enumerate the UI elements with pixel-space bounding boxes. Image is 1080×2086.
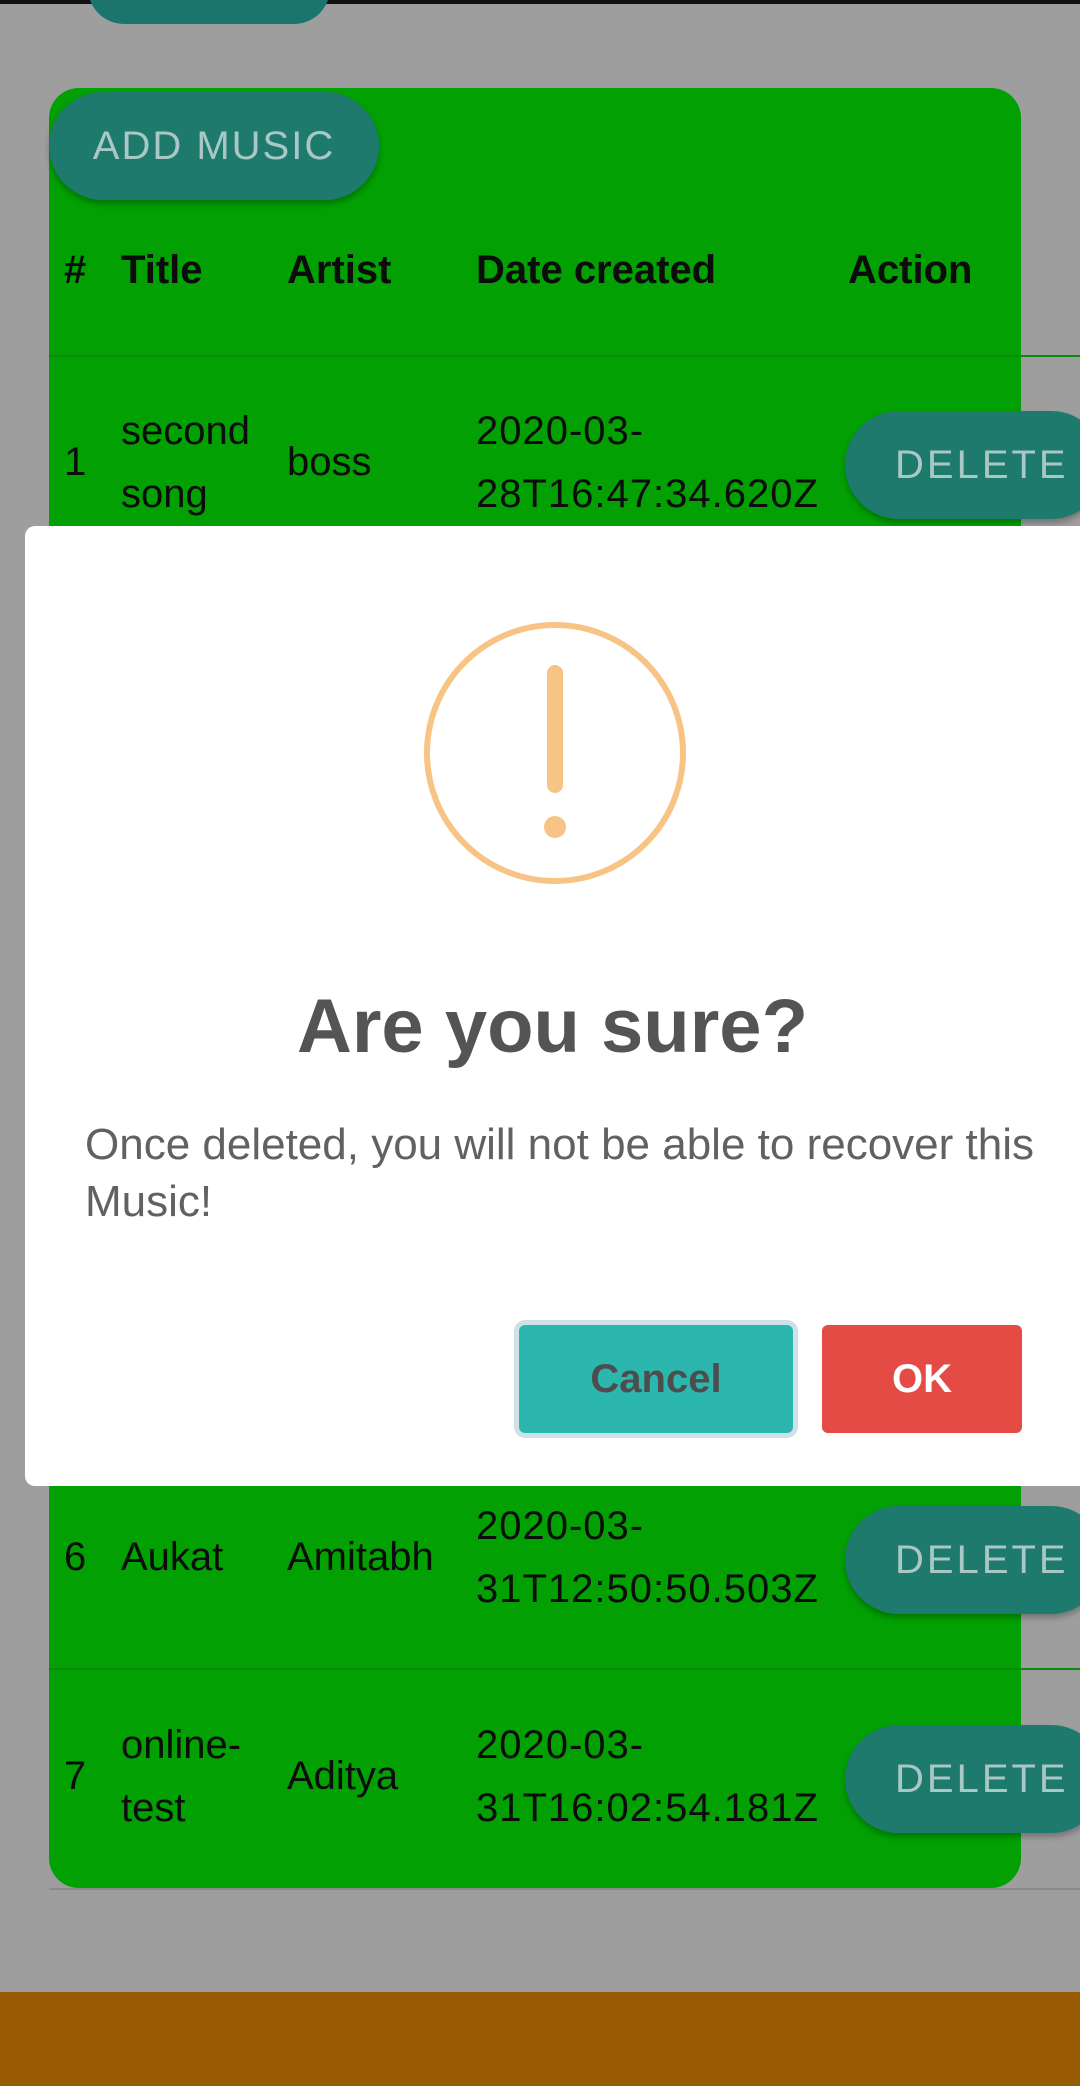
partial-button[interactable] [88,0,330,24]
delete-button[interactable]: DELETE [845,411,1080,519]
header-number: # [64,248,87,292]
footer-bar [0,1992,1080,2086]
row-date-line2: 31T16:02:54.181Z [476,1786,819,1830]
row-artist: boss [287,440,372,484]
row-title-line2: test [121,1786,186,1830]
row-date-line1: 2020-03- [476,1504,645,1548]
row-divider [49,355,1080,357]
row-number: 1 [64,440,87,484]
row-number: 7 [64,1754,87,1798]
row-date-line1: 2020-03- [476,1723,645,1767]
delete-button[interactable]: DELETE [845,1725,1080,1833]
exclamation-circle-icon [424,622,686,884]
dialog-title: Are you sure? [296,984,809,1069]
header-artist: Artist [287,248,392,292]
row-title-line1: online- [121,1723,242,1767]
row-title-line1: Aukat [121,1535,224,1579]
row-divider [49,1668,1080,1670]
row-title-line1: second [121,409,250,453]
add-music-button[interactable]: ADD MUSIC [49,92,379,200]
row-artist: Aditya [287,1754,399,1798]
cancel-button[interactable]: Cancel [519,1325,793,1433]
dialog-message: Once deleted, you will not be able to re… [85,1120,1034,1226]
row-date-line1: 2020-03- [476,409,645,453]
row-date-line2: 28T16:47:34.620Z [476,472,819,516]
header-title: Title [121,248,203,292]
row-title-line2: song [121,472,208,516]
row-date-line2: 31T12:50:50.503Z [476,1567,819,1611]
row-number: 6 [64,1535,87,1579]
header-date-created: Date created [476,248,717,292]
delete-button[interactable]: DELETE [845,1506,1080,1614]
table-bottom-rule [49,1888,1080,1890]
header-action: Action [848,248,973,292]
row-artist: Amitabh [287,1535,434,1579]
ok-button[interactable]: OK [822,1325,1022,1433]
